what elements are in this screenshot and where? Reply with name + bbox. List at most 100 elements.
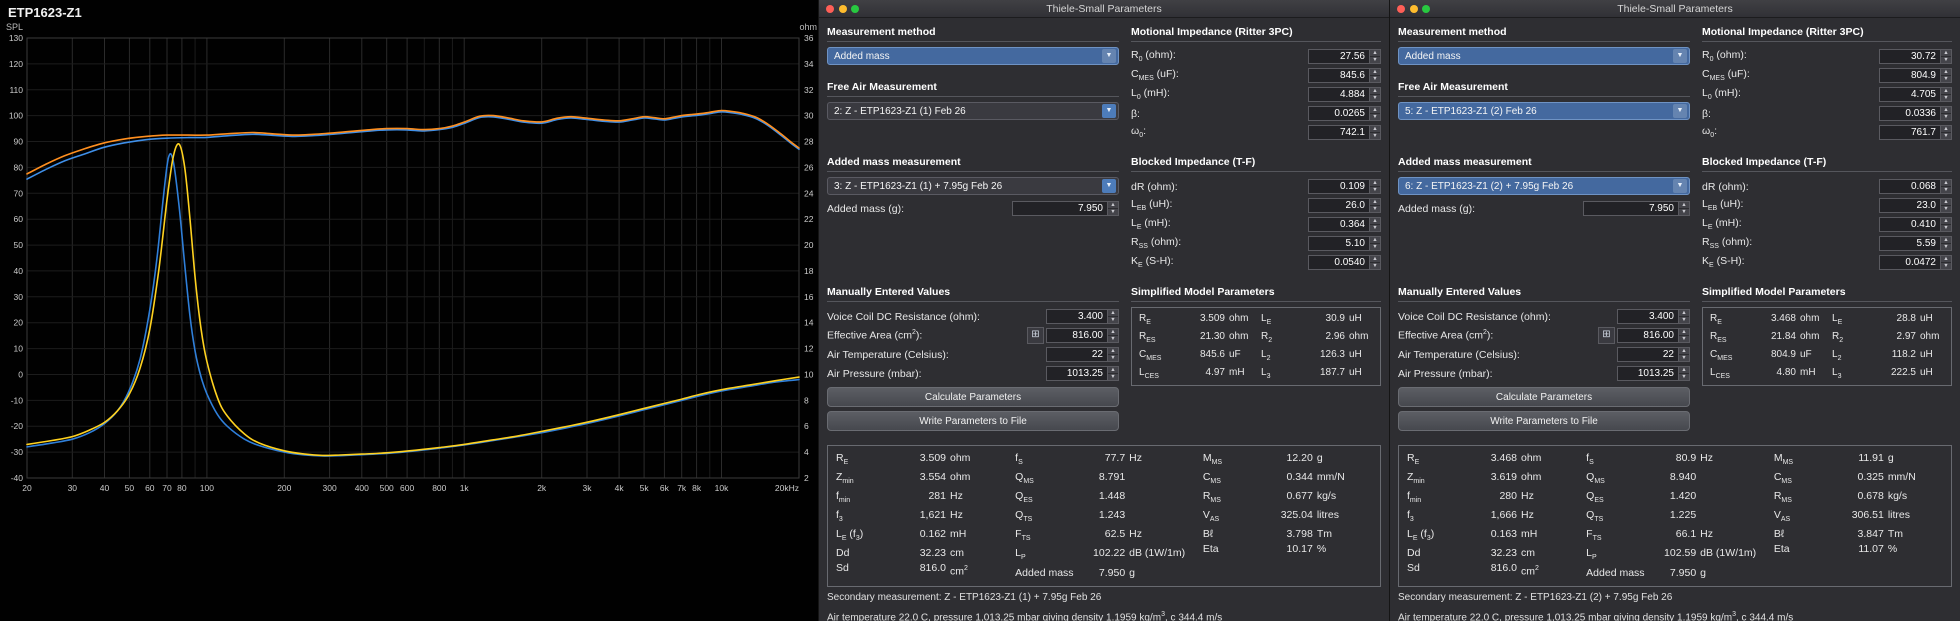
close-button[interactable] [1397, 4, 1405, 13]
spinner-down-button[interactable]: ▼ [1370, 132, 1380, 139]
spinner-down-button[interactable]: ▼ [1370, 186, 1380, 193]
r0-ohm-value[interactable]: 27.56 [1308, 49, 1369, 64]
spinner-down-button[interactable]: ▼ [1941, 94, 1951, 101]
window-titlebar[interactable]: Thiele-Small Parameters [819, 0, 1389, 18]
air-temperature-celsius-spinner[interactable]: 22 ▲ ▼ [1046, 347, 1119, 362]
spinner-down-button[interactable]: ▼ [1370, 113, 1380, 120]
spinner-down-button[interactable]: ▼ [1108, 335, 1118, 342]
dr-ohm-value[interactable]: 0.109 [1308, 179, 1369, 194]
added-mass-g-value[interactable]: 7.950 [1583, 201, 1678, 216]
voice-coil-dc-resistance-ohm-spinner[interactable]: 3.400 ▲ ▼ [1046, 309, 1119, 324]
voice-coil-dc-resistance-ohm-spinner[interactable]: 3.400 ▲ ▼ [1617, 309, 1690, 324]
spinner-down-button[interactable]: ▼ [1108, 373, 1118, 380]
free-air-measurement-select[interactable]: 2: Z - ETP1623-Z1 (1) Feb 26 ▼ [827, 102, 1119, 120]
free-air-measurement-select[interactable]: 5: Z - ETP1623-Z1 (2) Feb 26 ▼ [1398, 102, 1690, 120]
cmes-uf-spinner[interactable]: 804.9 ▲ ▼ [1879, 68, 1952, 83]
l0-mh-value[interactable]: 4.705 [1879, 87, 1940, 102]
spinner-down-button[interactable]: ▼ [1679, 335, 1689, 342]
rss-ohm-spinner[interactable]: 5.10 ▲ ▼ [1308, 236, 1381, 251]
ke-s-h-value[interactable]: 0.0472 [1879, 255, 1940, 270]
air-temperature-celsius-value[interactable]: 22 [1046, 347, 1107, 362]
spinner-down-button[interactable]: ▼ [1370, 94, 1380, 101]
parameter-spinner[interactable]: 0.0336 ▲ ▼ [1879, 106, 1952, 121]
added-mass-g-value[interactable]: 7.950 [1012, 201, 1107, 216]
cmes-uf-spinner[interactable]: 845.6 ▲ ▼ [1308, 68, 1381, 83]
write-parameters-to-file-button[interactable]: Write Parameters to File [827, 411, 1119, 431]
added-mass-measurement-select[interactable]: 6: Z - ETP1623-Z1 (2) + 7.95g Feb 26 ▼ [1398, 177, 1690, 195]
measurement-method-select[interactable]: Added mass ▼ [1398, 47, 1690, 65]
zoom-button[interactable] [1422, 4, 1430, 13]
le-mh-spinner[interactable]: 0.364 ▲ ▼ [1308, 217, 1381, 232]
spinner-down-button[interactable]: ▼ [1108, 208, 1118, 215]
rss-ohm-spinner[interactable]: 5.59 ▲ ▼ [1879, 236, 1952, 251]
leb-uh-value[interactable]: 23.0 [1879, 198, 1940, 213]
voice-coil-dc-resistance-ohm-value[interactable]: 3.400 [1046, 309, 1107, 324]
rss-ohm-value[interactable]: 5.59 [1879, 236, 1940, 251]
calculate-parameters-button[interactable]: Calculate Parameters [1398, 387, 1690, 407]
minimize-button[interactable] [1409, 4, 1418, 13]
measurement-method-select[interactable]: Added mass ▼ [827, 47, 1119, 65]
calculate-parameters-button[interactable]: Calculate Parameters [827, 387, 1119, 407]
added-mass-g-spinner[interactable]: 7.950 ▲ ▼ [1583, 201, 1690, 216]
spinner-down-button[interactable]: ▼ [1370, 262, 1380, 269]
spinner-down-button[interactable]: ▼ [1941, 224, 1951, 231]
le-mh-value[interactable]: 0.364 [1308, 217, 1369, 232]
effective-area-cm2-spinner[interactable]: 816.00 ▲ ▼ [1617, 328, 1690, 343]
leb-uh-value[interactable]: 26.0 [1308, 198, 1369, 213]
zoom-button[interactable] [851, 4, 859, 13]
effective-area-cm2-value[interactable]: 816.00 [1617, 328, 1678, 343]
dr-ohm-spinner[interactable]: 0.109 ▲ ▼ [1308, 179, 1381, 194]
write-parameters-to-file-button[interactable]: Write Parameters to File [1398, 411, 1690, 431]
air-pressure-mbar-spinner[interactable]: 1013.25 ▲ ▼ [1046, 366, 1119, 381]
le-mh-value[interactable]: 0.410 [1879, 217, 1940, 232]
parameter-value[interactable]: 0.0336 [1879, 106, 1940, 121]
minimize-button[interactable] [838, 4, 847, 13]
spinner-down-button[interactable]: ▼ [1108, 354, 1118, 361]
spinner-down-button[interactable]: ▼ [1941, 113, 1951, 120]
air-pressure-mbar-value[interactable]: 1013.25 [1046, 366, 1107, 381]
grid-calculator-icon[interactable]: ⊞ [1598, 327, 1615, 344]
ke-s-h-value[interactable]: 0.0540 [1308, 255, 1369, 270]
spinner-down-button[interactable]: ▼ [1370, 205, 1380, 212]
le-mh-spinner[interactable]: 0.410 ▲ ▼ [1879, 217, 1952, 232]
ke-s-h-spinner[interactable]: 0.0472 ▲ ▼ [1879, 255, 1952, 270]
0-value[interactable]: 742.1 [1308, 125, 1369, 140]
spinner-down-button[interactable]: ▼ [1370, 224, 1380, 231]
cmes-uf-value[interactable]: 845.6 [1308, 68, 1369, 83]
l0-mh-spinner[interactable]: 4.884 ▲ ▼ [1308, 87, 1381, 102]
spinner-down-button[interactable]: ▼ [1941, 243, 1951, 250]
spinner-down-button[interactable]: ▼ [1941, 186, 1951, 193]
parameter-value[interactable]: 0.0265 [1308, 106, 1369, 121]
spinner-down-button[interactable]: ▼ [1941, 56, 1951, 63]
spinner-down-button[interactable]: ▼ [1679, 316, 1689, 323]
dr-ohm-spinner[interactable]: 0.068 ▲ ▼ [1879, 179, 1952, 194]
voice-coil-dc-resistance-ohm-value[interactable]: 3.400 [1617, 309, 1678, 324]
cmes-uf-value[interactable]: 804.9 [1879, 68, 1940, 83]
spinner-down-button[interactable]: ▼ [1679, 208, 1689, 215]
air-pressure-mbar-spinner[interactable]: 1013.25 ▲ ▼ [1617, 366, 1690, 381]
added-mass-measurement-select[interactable]: 3: Z - ETP1623-Z1 (1) + 7.95g Feb 26 ▼ [827, 177, 1119, 195]
spinner-down-button[interactable]: ▼ [1679, 354, 1689, 361]
r0-ohm-value[interactable]: 30.72 [1879, 49, 1940, 64]
0-value[interactable]: 761.7 [1879, 125, 1940, 140]
spinner-down-button[interactable]: ▼ [1941, 262, 1951, 269]
air-temperature-celsius-spinner[interactable]: 22 ▲ ▼ [1617, 347, 1690, 362]
parameter-spinner[interactable]: 0.0265 ▲ ▼ [1308, 106, 1381, 121]
air-pressure-mbar-value[interactable]: 1013.25 [1617, 366, 1678, 381]
spinner-down-button[interactable]: ▼ [1941, 205, 1951, 212]
added-mass-g-spinner[interactable]: 7.950 ▲ ▼ [1012, 201, 1119, 216]
leb-uh-spinner[interactable]: 26.0 ▲ ▼ [1308, 198, 1381, 213]
l0-mh-spinner[interactable]: 4.705 ▲ ▼ [1879, 87, 1952, 102]
ke-s-h-spinner[interactable]: 0.0540 ▲ ▼ [1308, 255, 1381, 270]
frequency-response-chart[interactable]: 20 30 40 50 60 70 80 100 200 300 400 500 600 800 1k 2k 3… [0, 0, 818, 621]
spinner-down-button[interactable]: ▼ [1679, 373, 1689, 380]
0-spinner[interactable]: 761.7 ▲ ▼ [1879, 125, 1952, 140]
window-titlebar[interactable]: Thiele-Small Parameters [1390, 0, 1960, 18]
grid-calculator-icon[interactable]: ⊞ [1027, 327, 1044, 344]
spinner-down-button[interactable]: ▼ [1108, 316, 1118, 323]
dr-ohm-value[interactable]: 0.068 [1879, 179, 1940, 194]
spinner-down-button[interactable]: ▼ [1370, 243, 1380, 250]
leb-uh-spinner[interactable]: 23.0 ▲ ▼ [1879, 198, 1952, 213]
close-button[interactable] [826, 4, 834, 13]
0-spinner[interactable]: 742.1 ▲ ▼ [1308, 125, 1381, 140]
